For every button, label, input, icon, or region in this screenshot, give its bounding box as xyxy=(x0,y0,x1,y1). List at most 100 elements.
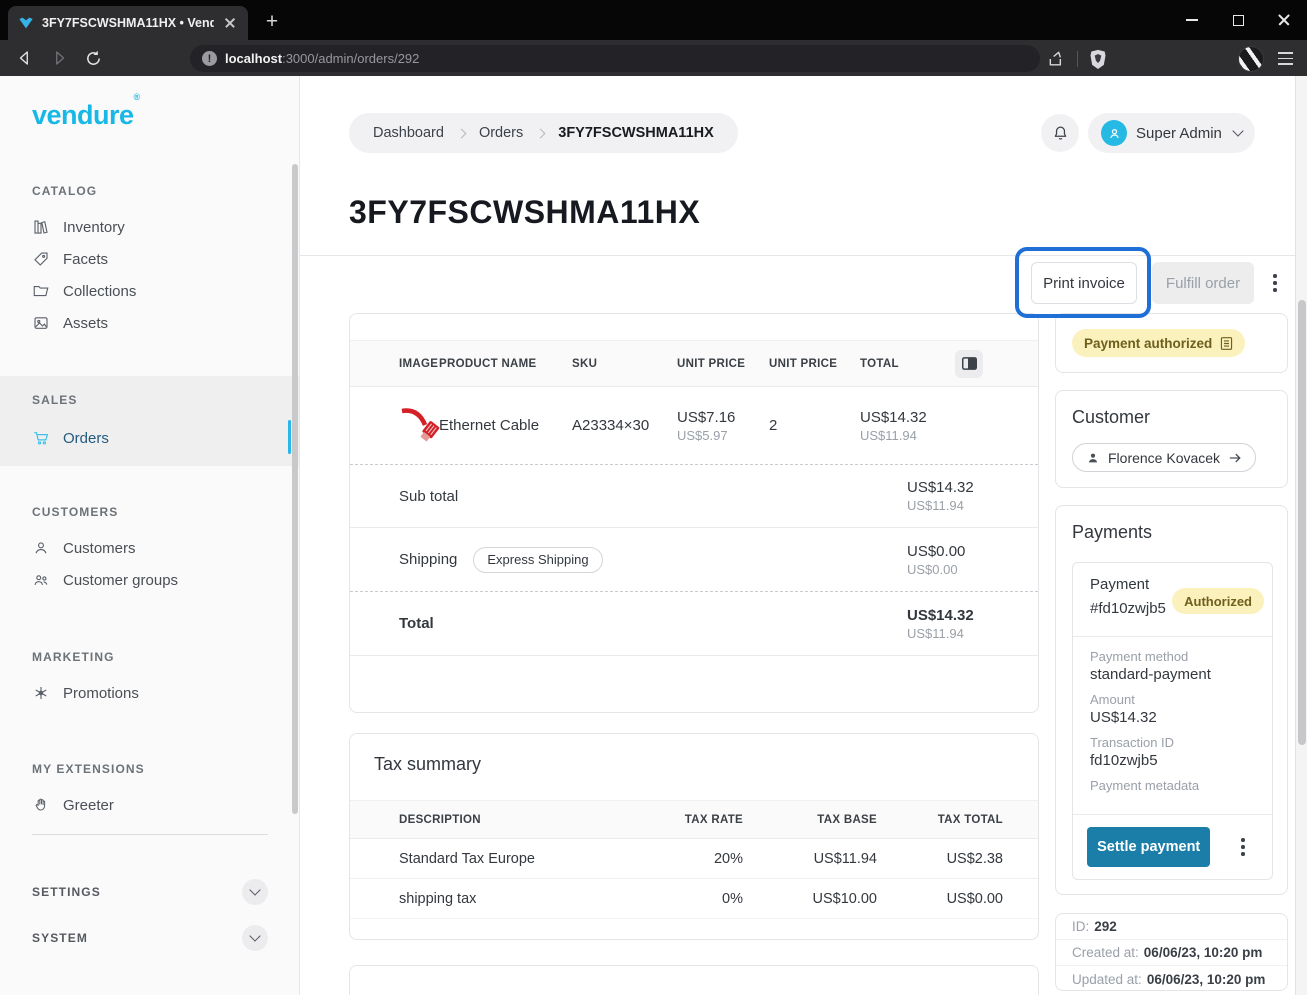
person-icon xyxy=(1107,126,1122,141)
shipping-value: US$0.00 xyxy=(907,543,965,560)
customer-link[interactable]: Florence Kovacek xyxy=(1072,443,1256,472)
profile-avatar[interactable] xyxy=(1238,46,1264,72)
user-name: Super Admin xyxy=(1136,125,1225,142)
shipping-row: Shipping Express Shipping US$0.00US$0.00 xyxy=(350,527,1038,591)
payments-card: Payments Payment #fd10zwjb5 Authorized P… xyxy=(1055,505,1288,895)
shipping-label: Shipping xyxy=(399,551,457,568)
subtotal-net: US$11.94 xyxy=(907,498,1038,513)
inventory-icon xyxy=(32,218,50,236)
section-label-marketing: MARKETING xyxy=(32,650,115,664)
header-divider xyxy=(300,255,1295,256)
minimize-icon xyxy=(1186,19,1198,21)
chevron-down-icon xyxy=(249,930,260,941)
entity-info-card: ID: 292 Created at: 06/06/23, 10:20 pm U… xyxy=(1055,913,1288,991)
breadcrumb-orders[interactable]: Orders xyxy=(479,125,523,141)
back-button[interactable] xyxy=(8,43,42,73)
site-info-icon[interactable]: ! xyxy=(202,51,217,66)
sidebar-item-facets[interactable]: Facets xyxy=(32,243,108,275)
tax-description: shipping tax xyxy=(350,891,650,907)
print-invoice-button[interactable]: Print invoice xyxy=(1031,262,1137,304)
notifications-button[interactable] xyxy=(1041,114,1079,152)
forward-button[interactable] xyxy=(42,43,76,73)
order-line-row: Ethernet Cable A23334×30 US$7.16US$5.97 … xyxy=(350,387,1038,464)
order-state-badge: Payment authorized xyxy=(1072,329,1245,357)
expand-system-button[interactable] xyxy=(242,925,268,951)
sidebar-scrollbar[interactable] xyxy=(292,164,298,814)
detail-value: 06/06/23, 10:20 pm xyxy=(1147,972,1266,987)
product-image xyxy=(399,402,439,450)
page-scrollbar[interactable] xyxy=(1295,76,1307,995)
group-label: SETTINGS xyxy=(32,885,101,899)
payment-fields: Payment method standard-payment Amount U… xyxy=(1073,637,1272,793)
column-settings-button[interactable] xyxy=(955,350,983,378)
breadcrumb-separator-icon xyxy=(536,128,546,138)
browser-tab[interactable]: 3FY7FSCWSHMA11HX • Vendure xyxy=(8,6,248,40)
window-minimize-button[interactable] xyxy=(1169,0,1215,40)
sidebar-item-customer-groups[interactable]: Customer groups xyxy=(32,564,178,596)
section-label-customers: CUSTOMERS xyxy=(32,505,118,519)
sidebar-item-collections[interactable]: Collections xyxy=(32,275,136,307)
updated-at-row: Updated at: 06/06/23, 10:20 pm xyxy=(1056,966,1287,992)
detail-label: ID: xyxy=(1072,919,1089,934)
toolbar-divider xyxy=(1077,51,1078,67)
tax-base: US$11.94 xyxy=(743,851,877,867)
scrollbar-thumb[interactable] xyxy=(1298,300,1306,745)
section-label-my-extensions: MY EXTENSIONS xyxy=(32,762,145,776)
tag-icon xyxy=(32,250,50,268)
sidebar-item-label: Promotions xyxy=(63,685,139,702)
subtotal-label: Sub total xyxy=(350,488,907,505)
expand-settings-button[interactable] xyxy=(242,879,268,905)
order-actions-menu-icon[interactable] xyxy=(1264,267,1286,299)
payment-footer: Settle payment xyxy=(1073,814,1272,879)
arrow-right-icon xyxy=(1228,452,1242,464)
tab-close-icon[interactable] xyxy=(222,15,238,31)
sidebar-item-assets[interactable]: Assets xyxy=(32,307,108,339)
user-icon xyxy=(32,539,50,557)
total-label: Total xyxy=(350,615,907,632)
page-title: 3FY7FSCWSHMA11HX xyxy=(349,194,700,231)
col-tax-total: TAX TOTAL xyxy=(877,814,1003,826)
user-menu[interactable]: Super Admin xyxy=(1088,113,1255,153)
total-net: US$11.94 xyxy=(907,626,1038,641)
customer-name: Florence Kovacek xyxy=(1108,450,1220,466)
fulfill-order-button[interactable]: Fulfill order xyxy=(1152,262,1254,304)
tax-description: Standard Tax Europe xyxy=(350,851,650,867)
sidebar-item-promotions[interactable]: Promotions xyxy=(32,677,139,709)
brave-shield-icon[interactable] xyxy=(1088,48,1108,70)
share-icon[interactable] xyxy=(1047,49,1067,69)
reload-button[interactable] xyxy=(76,43,110,73)
breadcrumb-dashboard[interactable]: Dashboard xyxy=(373,125,444,141)
sidebar-group-settings[interactable]: SETTINGS xyxy=(32,870,268,914)
vendure-logo[interactable]: vendure® xyxy=(32,100,140,131)
hand-icon xyxy=(32,796,50,814)
customer-card-title: Customer xyxy=(1072,407,1150,428)
payment-actions-menu-icon[interactable] xyxy=(1228,831,1258,863)
sidebar-item-orders[interactable]: Orders xyxy=(32,422,109,454)
bell-icon xyxy=(1051,124,1070,143)
window-maximize-button[interactable] xyxy=(1215,0,1261,40)
settle-payment-button[interactable]: Settle payment xyxy=(1087,827,1210,867)
sidebar-group-system[interactable]: SYSTEM xyxy=(32,916,268,960)
shipping-method-chip: Express Shipping xyxy=(473,547,602,573)
field-value: fd10zwjb5 xyxy=(1090,752,1258,769)
sidebar-item-label: Assets xyxy=(63,315,108,332)
order-state-text: Payment authorized xyxy=(1084,336,1212,351)
col-unit-price: UNIT PRICE xyxy=(677,358,769,370)
col-product-name: PRODUCT NAME xyxy=(439,358,572,370)
sidebar-item-customers[interactable]: Customers xyxy=(32,532,136,564)
sidebar-item-inventory[interactable]: Inventory xyxy=(32,211,125,243)
image-icon xyxy=(32,314,50,332)
url-bar[interactable]: ! localhost:3000/admin/orders/292 xyxy=(190,45,1040,72)
breadcrumb-separator-icon xyxy=(456,128,466,138)
sidebar-item-label: Facets xyxy=(63,251,108,268)
cart-icon xyxy=(32,429,50,447)
product-name: Ethernet Cable xyxy=(439,417,572,434)
ethernet-cable-image xyxy=(399,402,439,450)
menu-icon[interactable] xyxy=(1274,48,1297,68)
sidebar-item-greeter[interactable]: Greeter xyxy=(32,789,114,821)
sidebar-item-label: Customer groups xyxy=(63,572,178,589)
col-sku: SKU xyxy=(572,358,677,370)
chevron-down-icon xyxy=(1232,125,1243,136)
new-tab-button[interactable]: + xyxy=(258,8,286,36)
window-close-button[interactable] xyxy=(1261,0,1307,40)
